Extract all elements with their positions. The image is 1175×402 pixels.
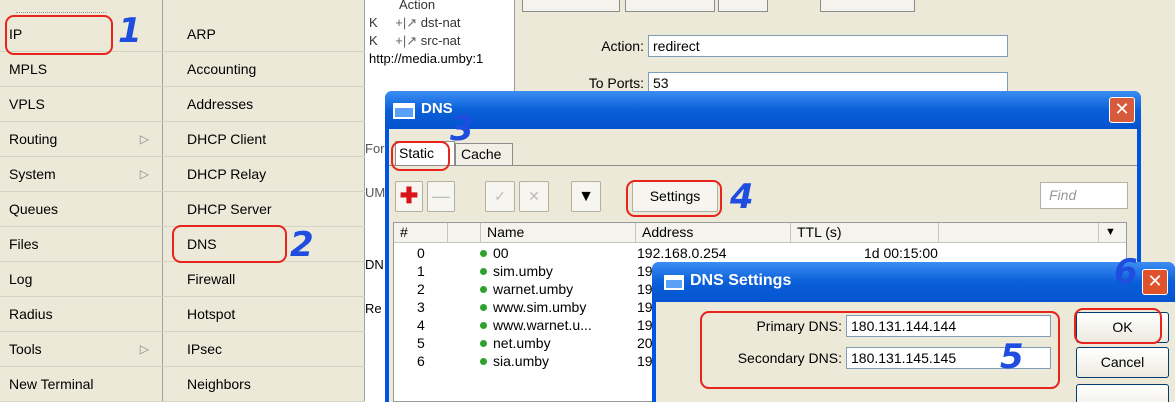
step-2-label: 2	[290, 225, 314, 265]
submenu-item-accounting[interactable]: Accounting	[163, 52, 365, 87]
menu-item-new-terminal[interactable]: New Terminal	[0, 367, 163, 402]
submenu-item-ipsec[interactable]: IPsec	[163, 332, 365, 367]
step-3-label: 3	[450, 109, 474, 149]
submenu-arrow-icon: ▷	[139, 342, 149, 356]
close-icon[interactable]: ✕	[1109, 97, 1135, 123]
bg-tab[interactable]	[625, 0, 715, 12]
status-dot-icon	[480, 268, 487, 275]
submenu-item-dhcp-client[interactable]: DHCP Client	[163, 122, 365, 157]
status-dot-icon	[480, 304, 487, 311]
dns-titlebar[interactable]: DNS ✕	[385, 91, 1141, 129]
table-row[interactable]: 0 00 192.168.0.254 1d 00:15:00	[394, 244, 1126, 262]
highlight-settings	[626, 180, 722, 217]
step-4-label: 4	[730, 177, 754, 217]
highlight-ok	[1074, 308, 1162, 344]
action-label: Action:	[601, 38, 644, 54]
menu-item-mpls[interactable]: MPLS	[0, 52, 163, 87]
menu-item-routing[interactable]: Routing ▷	[0, 122, 163, 157]
highlight-dns	[172, 225, 287, 263]
submenu-arrow-icon: ▷	[139, 167, 149, 181]
cancel-button[interactable]: Cancel	[1076, 347, 1169, 378]
step-5-label: 5	[1000, 337, 1024, 377]
submenu-item-hotspot[interactable]: Hotspot	[163, 297, 365, 332]
window-icon	[664, 275, 684, 290]
enable-icon[interactable]: ✓	[485, 181, 515, 212]
column-header: Action	[399, 0, 436, 12]
menu-item-radius[interactable]: Radius	[0, 297, 163, 332]
status-dot-icon	[480, 322, 487, 329]
column-header[interactable]: Address	[636, 223, 791, 243]
status-dot-icon	[480, 358, 487, 365]
menu-item-system[interactable]: System ▷	[0, 157, 163, 192]
submenu-item-arp[interactable]: ARP	[163, 17, 365, 52]
column-header[interactable]: Name	[481, 223, 636, 243]
column-header[interactable]: #	[394, 223, 448, 243]
status-dot-icon	[480, 340, 487, 347]
bg-tab[interactable]	[718, 0, 768, 12]
close-icon[interactable]: ✕	[1142, 269, 1168, 295]
menu-item-tools[interactable]: Tools ▷	[0, 332, 163, 367]
step-1-label: 1	[118, 11, 142, 51]
rule-row[interactable]: K +|↗ src-nat	[365, 32, 514, 50]
submenu-item-addresses[interactable]: Addresses	[163, 87, 365, 122]
rule-row[interactable]: http://media.umby:1	[365, 50, 514, 68]
find-input[interactable]: Find	[1040, 182, 1128, 209]
submenu-item-dhcp-relay[interactable]: DHCP Relay	[163, 157, 365, 192]
highlight-ip	[5, 15, 113, 55]
column-menu-icon[interactable]: ▼	[1099, 223, 1126, 243]
side-fragments: For UM DN Re	[365, 141, 386, 316]
bg-tab[interactable]	[522, 0, 620, 12]
highlight-static-tab	[391, 141, 450, 171]
column-header[interactable]: TTL (s)	[791, 223, 939, 243]
dialog-button[interactable]	[1076, 384, 1169, 402]
submenu-item-dhcp-server[interactable]: DHCP Server	[163, 192, 365, 227]
menu-item-log[interactable]: Log	[0, 262, 163, 297]
dns-settings-title: DNS Settings	[690, 272, 792, 289]
window-icon	[393, 103, 415, 119]
main-menu: IP MPLS VPLS Routing ▷ System ▷ Queues Fil…	[0, 0, 163, 402]
menu-item-files[interactable]: Files	[0, 227, 163, 262]
bg-tab[interactable]	[820, 0, 915, 12]
step-6-label: 6	[1114, 252, 1138, 292]
filter-icon[interactable]: ▼	[571, 181, 601, 212]
submenu-arrow-icon: ▷	[139, 132, 149, 146]
dns-settings-titlebar[interactable]: DNS Settings ✕	[652, 262, 1175, 302]
disable-icon[interactable]: ✕	[519, 181, 549, 212]
add-icon[interactable]: ✚	[395, 181, 423, 212]
column-header[interactable]	[939, 223, 1099, 243]
ip-submenu: ARP Accounting Addresses DHCP Client DHC…	[163, 0, 365, 402]
status-dot-icon	[480, 286, 487, 293]
menu-item-queues[interactable]: Queues	[0, 192, 163, 227]
dns-window-title: DNS	[421, 100, 453, 117]
submenu-item-firewall[interactable]: Firewall	[163, 262, 365, 297]
ports-label: To Ports:	[588, 75, 644, 91]
tab-divider	[389, 165, 1137, 166]
action-field[interactable]: redirect	[648, 35, 1008, 57]
menu-item-vpls[interactable]: VPLS	[0, 87, 163, 122]
submenu-item-neighbors[interactable]: Neighbors	[163, 367, 365, 402]
status-dot-icon	[480, 250, 487, 257]
column-header[interactable]	[448, 223, 481, 243]
remove-icon[interactable]: —	[427, 181, 455, 212]
rule-row[interactable]: K +|↗ dst-nat	[365, 14, 514, 32]
